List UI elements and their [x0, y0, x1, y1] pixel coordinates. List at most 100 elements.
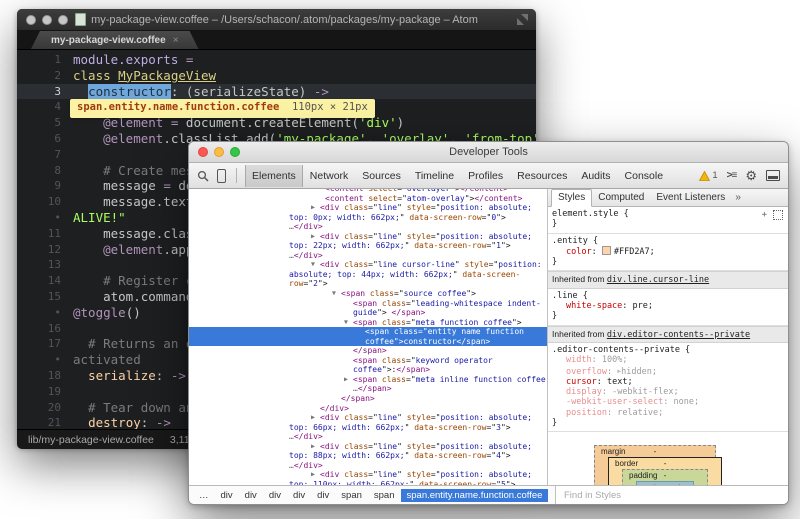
expand-arrow-icon[interactable]: ▶: [311, 413, 320, 423]
dom-tree-row[interactable]: ▶<div class="line" style="position: abso…: [189, 203, 547, 213]
inherited-node-link[interactable]: div.editor-contents--private: [607, 330, 750, 340]
devtools-tab-network[interactable]: Network: [303, 165, 356, 187]
styles-rules-list[interactable]: +element.style {}.entity {color: #FFD2A7…: [548, 207, 788, 485]
dom-tree-row[interactable]: …</div>: [189, 461, 547, 471]
breadcrumb-item[interactable]: div: [239, 489, 263, 502]
collapse-arrow-icon[interactable]: ▼: [332, 289, 341, 299]
expand-arrow-icon[interactable]: ▶: [344, 375, 353, 385]
new-style-rule-icon[interactable]: +: [762, 210, 767, 220]
metrics-border-ring[interactable]: border--padding--auto × auto----: [608, 457, 722, 485]
warnings-badge[interactable]: 1: [699, 170, 717, 181]
devtools-tab-console[interactable]: Console: [618, 165, 671, 187]
dom-tree-row[interactable]: …</div>: [189, 251, 547, 261]
styles-tab-styles[interactable]: Styles: [551, 189, 592, 207]
css-property[interactable]: display: -webkit-flex;: [552, 387, 784, 397]
styles-tab-event-listeners[interactable]: Event Listeners: [650, 190, 731, 205]
expand-arrow-icon[interactable]: ▶: [311, 442, 320, 452]
devtools-tab-sources[interactable]: Sources: [355, 165, 408, 187]
breadcrumb-item[interactable]: div: [215, 489, 239, 502]
metrics-padding-ring[interactable]: padding--auto × auto--: [622, 469, 708, 485]
breadcrumb-item[interactable]: div: [263, 489, 287, 502]
devtools-tab-profiles[interactable]: Profiles: [461, 165, 510, 187]
dom-tree-row[interactable]: …</span>: [189, 384, 547, 394]
dom-tree-row[interactable]: …</div>: [189, 222, 547, 232]
breadcrumb-item[interactable]: span: [335, 489, 368, 502]
code-row[interactable]: 1module.exports =: [17, 52, 536, 68]
code-row[interactable]: 2class MyPackageView: [17, 68, 536, 84]
console-drawer-icon[interactable]: >≡: [727, 170, 737, 181]
close-button[interactable]: [26, 15, 36, 25]
styles-tab-computed[interactable]: Computed: [592, 190, 650, 205]
styles-tabs-overflow-icon[interactable]: »: [731, 190, 745, 205]
style-rule[interactable]: .editor-contents--private {width: 100%;o…: [548, 343, 788, 432]
dom-tree-row[interactable]: coffee">constructor</span>: [189, 337, 547, 347]
dom-tree-row[interactable]: ▼<div class="line cursor-line" style="po…: [189, 260, 547, 270]
expand-arrow-icon[interactable]: ▶: [311, 232, 320, 242]
dom-tree-row[interactable]: ▼<span class="source coffee">: [189, 289, 547, 299]
css-property[interactable]: position: relative;: [552, 408, 784, 418]
expand-arrow-icon[interactable]: ▶: [311, 470, 320, 480]
css-property[interactable]: width: 100%;: [552, 355, 784, 365]
dom-tree-row[interactable]: ▶<div class="line" style="position: abso…: [189, 442, 547, 452]
dom-tree-row[interactable]: row="2">: [189, 279, 547, 289]
dom-tree-row[interactable]: top: 88px; width: 662px;" data-screen-ro…: [189, 451, 547, 461]
close-button[interactable]: [198, 147, 208, 157]
dom-tree-row[interactable]: </div>: [189, 404, 547, 414]
dom-tree-row[interactable]: <span class="entity name function: [189, 327, 547, 337]
collapse-arrow-icon[interactable]: ▼: [311, 260, 320, 270]
elements-tree-panel[interactable]: <content select="overlayer"></content><c…: [189, 189, 548, 485]
dom-tree-row[interactable]: guide"> </span>: [189, 308, 547, 318]
device-mode-icon[interactable]: [217, 169, 226, 183]
style-rule[interactable]: .line {white-space: pre;}: [548, 289, 788, 326]
inherited-node-link[interactable]: div.line.cursor-line: [607, 275, 709, 285]
style-rule[interactable]: +element.style {}: [548, 207, 788, 234]
breadcrumb-item-selected[interactable]: span.entity.name.function.coffee: [401, 489, 549, 502]
breadcrumb-item[interactable]: …: [193, 489, 215, 502]
search-icon[interactable]: [197, 170, 209, 182]
dom-tree-row[interactable]: …</div>: [189, 432, 547, 442]
dom-tree-row[interactable]: top: 0px; width: 662px;" data-screen-row…: [189, 213, 547, 223]
css-property[interactable]: color: #FFD2A7;: [552, 246, 784, 257]
dom-tree-row[interactable]: ▶<div class="line" style="position: abso…: [189, 470, 547, 480]
dom-tree-row[interactable]: absolute; top: 44px; width: 662px;" data…: [189, 270, 547, 280]
find-in-styles-input[interactable]: Find in Styles: [556, 486, 788, 504]
devtools-tab-timeline[interactable]: Timeline: [408, 165, 461, 187]
devtools-titlebar[interactable]: Developer Tools: [189, 142, 788, 163]
dom-tree-row[interactable]: <span class="keyword operator: [189, 356, 547, 366]
devtools-tab-resources[interactable]: Resources: [510, 165, 574, 187]
css-property[interactable]: cursor: text;: [552, 377, 784, 387]
dom-tree-row[interactable]: coffee">:</span>: [189, 365, 547, 375]
code-row[interactable]: 3 constructor: (serializeState) ->: [17, 84, 536, 100]
minimize-button[interactable]: [42, 15, 52, 25]
dom-tree-row[interactable]: top: 66px; width: 662px;" data-screen-ro…: [189, 423, 547, 433]
dom-tree-row[interactable]: ▶<div class="line" style="position: abso…: [189, 413, 547, 423]
fullscreen-icon[interactable]: [517, 14, 528, 25]
settings-gear-icon[interactable]: ⚙: [745, 169, 757, 182]
zoom-button[interactable]: [58, 15, 68, 25]
expand-arrow-icon[interactable]: ▶: [311, 203, 320, 213]
css-property[interactable]: overflow: ▶hidden;: [552, 366, 784, 377]
atom-titlebar[interactable]: my-package-view.coffee – /Users/schacon/…: [17, 9, 536, 31]
dom-tree-row[interactable]: </span>: [189, 394, 547, 404]
css-property[interactable]: -webkit-user-select: none;: [552, 397, 784, 407]
metrics-margin-ring[interactable]: margin--border--padding--auto × auto----…: [594, 445, 716, 485]
dom-tree-row[interactable]: ▼<span class="meta function coffee">: [189, 318, 547, 328]
color-swatch[interactable]: [602, 246, 611, 255]
css-property[interactable]: white-space: pre;: [552, 301, 784, 311]
devtools-tab-elements[interactable]: Elements: [245, 165, 303, 187]
dom-tree-row[interactable]: <span class="leading-whitespace indent-: [189, 299, 547, 309]
dom-tree-row[interactable]: <content select="atom-overlay"></content…: [189, 194, 547, 204]
dom-tree-row[interactable]: top: 22px; width: 662px;" data-screen-ro…: [189, 241, 547, 251]
zoom-button[interactable]: [230, 147, 240, 157]
dom-tree-row[interactable]: ▶<span class="meta inline function coffe…: [189, 375, 547, 385]
breadcrumb-item[interactable]: div: [287, 489, 311, 502]
dom-tree-row[interactable]: </span>: [189, 346, 547, 356]
tab-my-package-view[interactable]: my-package-view.coffee ×: [31, 31, 199, 49]
breadcrumb-item[interactable]: div: [311, 489, 335, 502]
element-state-icon[interactable]: [773, 210, 783, 220]
tab-close-icon[interactable]: ×: [173, 35, 179, 46]
dom-tree-row[interactable]: top: 110px; width: 662px;" data-screen-r…: [189, 480, 547, 485]
breadcrumb-item[interactable]: span: [368, 489, 401, 502]
collapse-arrow-icon[interactable]: ▼: [344, 318, 353, 328]
dock-side-icon[interactable]: [766, 170, 780, 181]
